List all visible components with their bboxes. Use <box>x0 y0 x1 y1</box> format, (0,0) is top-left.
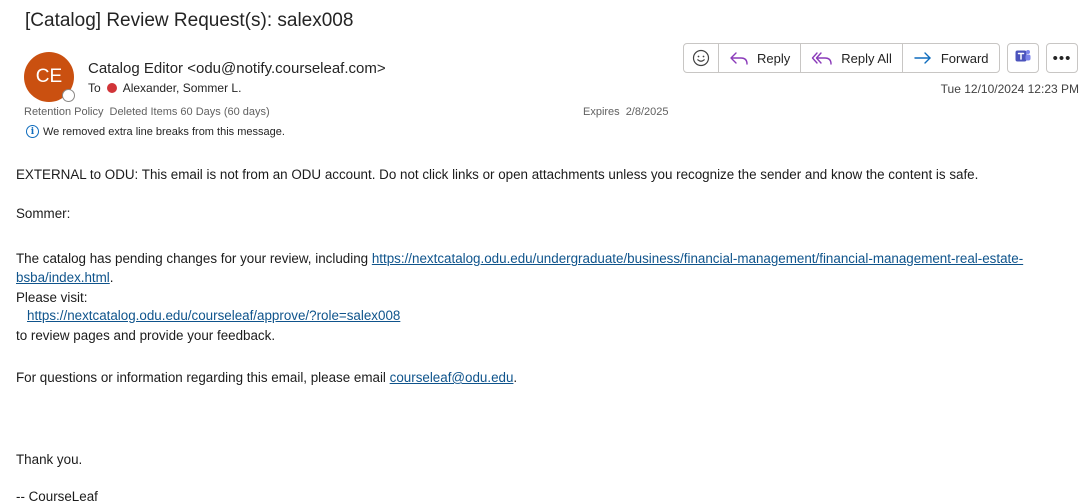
message-actions: Reply Reply All Forward <box>683 43 1000 73</box>
reply-all-icon <box>811 50 833 66</box>
forward-button[interactable]: Forward <box>903 44 999 72</box>
forward-label: Forward <box>940 50 989 66</box>
line-breaks-notice: i We removed extra line breaks from this… <box>26 125 285 138</box>
greeting: Sommer: <box>16 206 71 221</box>
questions-paragraph: For questions or information regarding t… <box>16 370 517 385</box>
reply-all-label: Reply All <box>841 50 892 66</box>
closing-text: Thank you. <box>16 452 83 467</box>
expires-info: Expires 2/8/2025 <box>583 106 669 118</box>
to-label: To <box>88 81 101 95</box>
received-date: Tue 12/10/2024 12:23 PM <box>940 82 1079 96</box>
intro-paragraph: The catalog has pending changes for your… <box>16 249 1071 287</box>
smiley-icon <box>692 49 710 67</box>
info-notice-text: We removed extra line breaks from this m… <box>43 125 285 138</box>
approve-link[interactable]: https://nextcatalog.odu.edu/courseleaf/a… <box>27 308 400 323</box>
signature: -- CourseLeaf <box>16 489 98 504</box>
teams-icon <box>1014 47 1032 70</box>
teams-share-button[interactable] <box>1007 43 1039 73</box>
intro-end: . <box>109 270 114 285</box>
reply-icon <box>729 50 749 66</box>
avatar-initials: CE <box>35 66 63 87</box>
intro-text: The catalog has pending changes for your… <box>16 251 372 266</box>
reply-button[interactable]: Reply <box>719 44 802 72</box>
more-actions-button[interactable]: ••• <box>1046 43 1078 73</box>
expires-label: Expires <box>583 106 620 118</box>
retention-label: Retention Policy <box>24 106 104 118</box>
visit-text: Please visit: <box>16 290 88 305</box>
forward-arrow-icon <box>913 50 933 66</box>
info-icon: i <box>26 125 39 138</box>
approve-link-line: https://nextcatalog.odu.edu/courseleaf/a… <box>27 308 400 323</box>
busy-status-icon <box>106 83 117 93</box>
ellipsis-icon: ••• <box>1052 49 1072 67</box>
support-email-link[interactable]: courseleaf@odu.edu <box>390 370 514 385</box>
recipient-name[interactable]: Alexander, Sommer L. <box>123 81 242 95</box>
recipient-row: To Alexander, Sommer L. <box>88 81 241 95</box>
presence-status-icon <box>62 89 75 102</box>
questions-end: . <box>513 370 518 385</box>
retention-value: Deleted Items 60 Days (60 days) <box>109 106 270 118</box>
expires-value: 2/8/2025 <box>625 106 669 118</box>
questions-text: For questions or information regarding t… <box>16 370 390 385</box>
email-subject: [Catalog] Review Request(s): salex008 <box>25 10 354 31</box>
reply-label: Reply <box>757 50 791 66</box>
reply-all-button[interactable]: Reply All <box>801 44 903 72</box>
react-button[interactable] <box>684 44 719 72</box>
review-text: to review pages and provide your feedbac… <box>16 328 276 343</box>
sender-name[interactable]: Catalog Editor <odu@notify.courseleaf.co… <box>88 60 386 77</box>
retention-policy: Retention Policy Deleted Items 60 Days (6… <box>24 106 270 118</box>
external-warning: EXTERNAL to ODU: This email is not from … <box>16 167 979 182</box>
